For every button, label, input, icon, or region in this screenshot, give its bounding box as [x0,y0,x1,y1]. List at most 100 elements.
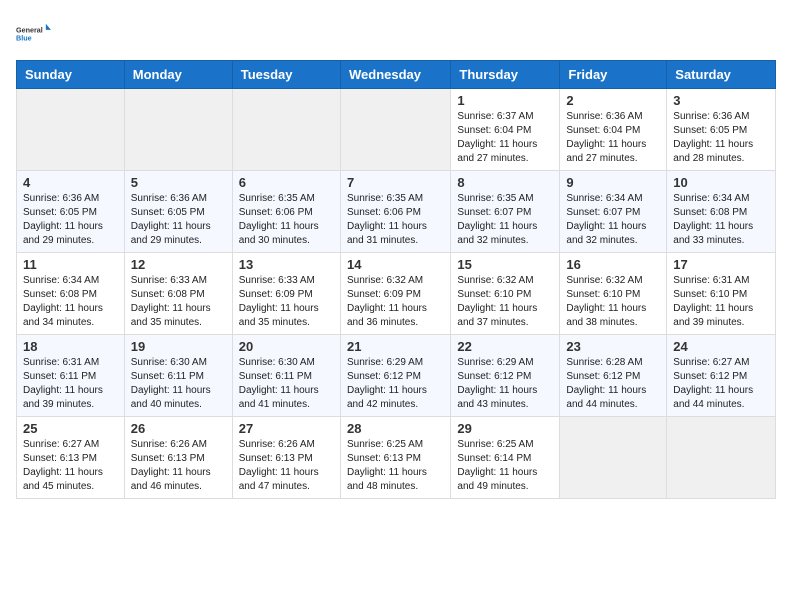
sun-info: Sunrise: 6:32 AMSunset: 6:10 PMDaylight:… [566,274,660,330]
day-number: 8 [457,175,553,190]
day-number: 15 [457,257,553,272]
logo: GeneralBlue [16,16,52,52]
sun-info: Sunrise: 6:36 AMSunset: 6:05 PMDaylight:… [673,110,769,166]
day-cell: 2 Sunrise: 6:36 AMSunset: 6:04 PMDaylight… [560,89,667,171]
day-cell [560,417,667,499]
weekday-header-saturday: Saturday [667,61,776,89]
day-cell: 8 Sunrise: 6:35 AMSunset: 6:07 PMDaylight… [451,171,560,253]
day-number: 23 [566,339,660,354]
day-cell: 6 Sunrise: 6:35 AMSunset: 6:06 PMDaylight… [232,171,340,253]
sun-info: Sunrise: 6:35 AMSunset: 6:06 PMDaylight:… [239,192,334,248]
day-cell: 9 Sunrise: 6:34 AMSunset: 6:07 PMDaylight… [560,171,667,253]
day-number: 5 [131,175,226,190]
sun-info: Sunrise: 6:34 AMSunset: 6:07 PMDaylight:… [566,192,660,248]
sun-info: Sunrise: 6:35 AMSunset: 6:07 PMDaylight:… [457,192,553,248]
day-number: 4 [23,175,118,190]
svg-text:Blue: Blue [16,34,32,43]
sun-info: Sunrise: 6:31 AMSunset: 6:11 PMDaylight:… [23,356,118,412]
sun-info: Sunrise: 6:32 AMSunset: 6:10 PMDaylight:… [457,274,553,330]
weekday-header-wednesday: Wednesday [340,61,450,89]
sun-info: Sunrise: 6:34 AMSunset: 6:08 PMDaylight:… [23,274,118,330]
week-row-4: 18Sunrise: 6:31 AMSunset: 6:11 PMDayligh… [17,335,776,417]
day-cell [340,89,450,171]
day-number: 21 [347,339,444,354]
day-cell: 11 Sunrise: 6:34 AMSunset: 6:08 PMDayligh… [17,253,125,335]
day-cell [17,89,125,171]
calendar-table: SundayMondayTuesdayWednesdayThursdayFrid… [16,60,776,499]
day-number: 11 [23,257,118,272]
day-cell: 29 Sunrise: 6:25 AMSunset: 6:14 PMDayligh… [451,417,560,499]
sun-info: Sunrise: 6:27 AMSunset: 6:13 PMDaylight:… [23,438,118,494]
day-cell: 12 Sunrise: 6:33 AMSunset: 6:08 PMDayligh… [124,253,232,335]
week-row-1: 1 Sunrise: 6:37 AMSunset: 6:04 PMDaylight… [17,89,776,171]
day-cell: 20 Sunrise: 6:30 AMSunset: 6:11 PMDayligh… [232,335,340,417]
day-number: 3 [673,93,769,108]
week-row-3: 11 Sunrise: 6:34 AMSunset: 6:08 PMDayligh… [17,253,776,335]
day-cell [667,417,776,499]
sun-info: Sunrise: 6:33 AMSunset: 6:08 PMDaylight:… [131,274,226,330]
day-cell: 24Sunrise: 6:27 AMSunset: 6:12 PMDayligh… [667,335,776,417]
sun-info: Sunrise: 6:28 AMSunset: 6:12 PMDaylight:… [566,356,660,412]
day-number: 6 [239,175,334,190]
day-number: 24 [673,339,769,354]
weekday-header-row: SundayMondayTuesdayWednesdayThursdayFrid… [17,61,776,89]
sun-info: Sunrise: 6:29 AMSunset: 6:12 PMDaylight:… [347,356,444,412]
day-number: 29 [457,421,553,436]
day-cell: 22Sunrise: 6:29 AMSunset: 6:12 PMDayligh… [451,335,560,417]
sun-info: Sunrise: 6:36 AMSunset: 6:05 PMDaylight:… [131,192,226,248]
sun-info: Sunrise: 6:26 AMSunset: 6:13 PMDaylight:… [131,438,226,494]
day-cell: 5 Sunrise: 6:36 AMSunset: 6:05 PMDaylight… [124,171,232,253]
day-number: 1 [457,93,553,108]
day-cell: 18Sunrise: 6:31 AMSunset: 6:11 PMDayligh… [17,335,125,417]
day-number: 13 [239,257,334,272]
day-number: 20 [239,339,334,354]
day-number: 25 [23,421,118,436]
day-cell [232,89,340,171]
week-row-2: 4 Sunrise: 6:36 AMSunset: 6:05 PMDaylight… [17,171,776,253]
day-cell: 1 Sunrise: 6:37 AMSunset: 6:04 PMDaylight… [451,89,560,171]
week-row-5: 25 Sunrise: 6:27 AMSunset: 6:13 PMDayligh… [17,417,776,499]
day-cell: 17 Sunrise: 6:31 AMSunset: 6:10 PMDayligh… [667,253,776,335]
sun-info: Sunrise: 6:37 AMSunset: 6:04 PMDaylight:… [457,110,553,166]
day-cell: 19 Sunrise: 6:30 AMSunset: 6:11 PMDayligh… [124,335,232,417]
day-cell: 25 Sunrise: 6:27 AMSunset: 6:13 PMDayligh… [17,417,125,499]
day-number: 2 [566,93,660,108]
day-number: 9 [566,175,660,190]
day-cell: 27 Sunrise: 6:26 AMSunset: 6:13 PMDayligh… [232,417,340,499]
day-number: 12 [131,257,226,272]
day-number: 17 [673,257,769,272]
sun-info: Sunrise: 6:32 AMSunset: 6:09 PMDaylight:… [347,274,444,330]
sun-info: Sunrise: 6:25 AMSunset: 6:14 PMDaylight:… [457,438,553,494]
sun-info: Sunrise: 6:30 AMSunset: 6:11 PMDaylight:… [239,356,334,412]
day-cell: 14 Sunrise: 6:32 AMSunset: 6:09 PMDayligh… [340,253,450,335]
sun-info: Sunrise: 6:36 AMSunset: 6:04 PMDaylight:… [566,110,660,166]
day-cell: 3 Sunrise: 6:36 AMSunset: 6:05 PMDaylight… [667,89,776,171]
day-cell: 21 Sunrise: 6:29 AMSunset: 6:12 PMDayligh… [340,335,450,417]
sun-info: Sunrise: 6:25 AMSunset: 6:13 PMDaylight:… [347,438,444,494]
day-cell: 26Sunrise: 6:26 AMSunset: 6:13 PMDayligh… [124,417,232,499]
sun-info: Sunrise: 6:33 AMSunset: 6:09 PMDaylight:… [239,274,334,330]
day-cell: 13 Sunrise: 6:33 AMSunset: 6:09 PMDayligh… [232,253,340,335]
day-number: 19 [131,339,226,354]
weekday-header-tuesday: Tuesday [232,61,340,89]
day-number: 10 [673,175,769,190]
sun-info: Sunrise: 6:30 AMSunset: 6:11 PMDaylight:… [131,356,226,412]
sun-info: Sunrise: 6:26 AMSunset: 6:13 PMDaylight:… [239,438,334,494]
day-number: 22 [457,339,553,354]
day-number: 14 [347,257,444,272]
day-number: 27 [239,421,334,436]
weekday-header-monday: Monday [124,61,232,89]
sun-info: Sunrise: 6:34 AMSunset: 6:08 PMDaylight:… [673,192,769,248]
day-cell: 7Sunrise: 6:35 AMSunset: 6:06 PMDaylight… [340,171,450,253]
sun-info: Sunrise: 6:36 AMSunset: 6:05 PMDaylight:… [23,192,118,248]
sun-info: Sunrise: 6:31 AMSunset: 6:10 PMDaylight:… [673,274,769,330]
day-cell: 16 Sunrise: 6:32 AMSunset: 6:10 PMDayligh… [560,253,667,335]
weekday-header-friday: Friday [560,61,667,89]
day-cell: 4 Sunrise: 6:36 AMSunset: 6:05 PMDaylight… [17,171,125,253]
day-number: 16 [566,257,660,272]
day-cell: 28Sunrise: 6:25 AMSunset: 6:13 PMDayligh… [340,417,450,499]
weekday-header-thursday: Thursday [451,61,560,89]
logo-icon: GeneralBlue [16,16,52,52]
day-cell: 15 Sunrise: 6:32 AMSunset: 6:10 PMDayligh… [451,253,560,335]
svg-text:General: General [16,25,43,34]
